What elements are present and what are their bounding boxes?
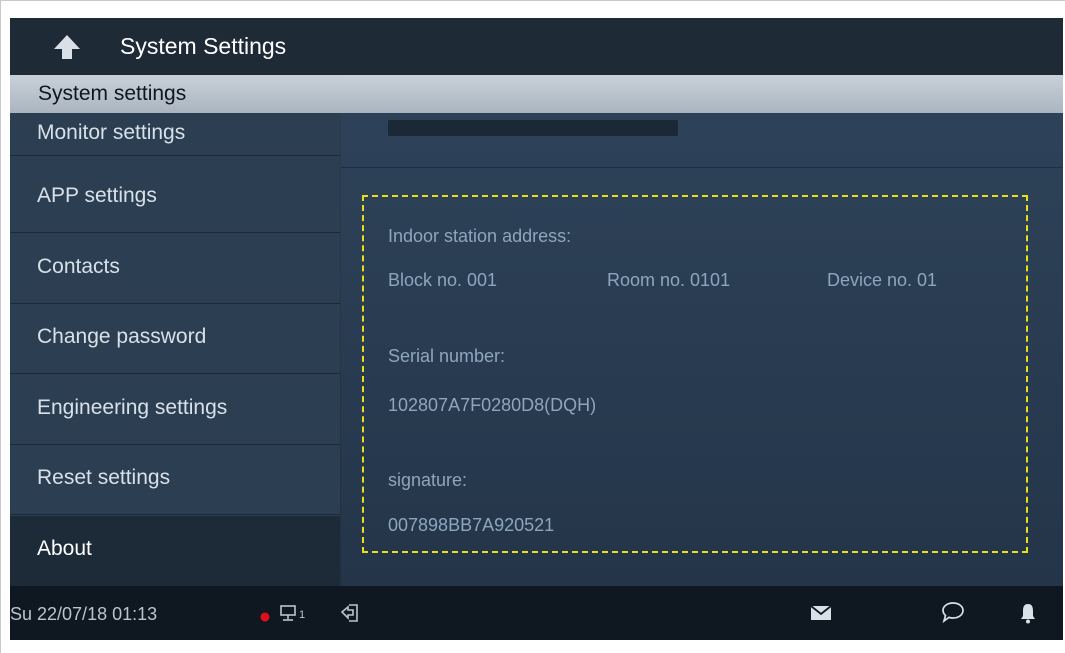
mail-icon[interactable] — [810, 605, 832, 626]
chat-icon[interactable] — [941, 601, 965, 628]
sidebar-item-label: About — [37, 537, 92, 560]
section-header-label: System settings — [38, 82, 187, 105]
device-number: Device no. 01 — [827, 270, 938, 290]
sidebar-item-contacts[interactable]: Contacts — [10, 234, 340, 304]
address-label: Indoor station address: — [388, 226, 572, 246]
recording-dot-icon — [260, 609, 270, 627]
serial-label: Serial number: — [388, 346, 506, 366]
signature-value: 007898BB7A920521 — [388, 515, 555, 535]
sidebar-item-change-password[interactable]: Change password — [10, 304, 340, 374]
serial-value: 102807A7F0280D8(DQH) — [388, 395, 597, 415]
status-bar: Su 22/07/18 01:13 1 — [10, 586, 1063, 640]
title-bar: System Settings — [10, 18, 1063, 76]
status-datetime: Su 22/07/18 01:13 — [10, 604, 158, 624]
network-sub-label: 1 — [299, 609, 306, 621]
signature-label: signature: — [388, 470, 468, 490]
exit-home-icon[interactable] — [340, 602, 360, 629]
sidebar-item-monitor-settings[interactable]: Monitor settings — [10, 110, 340, 156]
page-title: System Settings — [120, 33, 287, 59]
sidebar-item-label: APP settings — [37, 184, 157, 207]
sidebar-item-about[interactable]: About — [10, 516, 340, 586]
sidebar-item-label: Change password — [37, 325, 207, 348]
bell-icon[interactable] — [1020, 602, 1036, 629]
sidebar-item-engineering-settings[interactable]: Engineering settings — [10, 375, 340, 445]
sidebar-item-label: Engineering settings — [37, 396, 228, 419]
sidebar-item-label: Contacts — [37, 255, 120, 278]
sidebar-item-label: Reset settings — [37, 466, 171, 489]
about-info-box — [362, 195, 1028, 553]
block-number: Block no. 001 — [388, 270, 498, 290]
up-arrow-icon[interactable] — [52, 32, 82, 62]
sidebar-item-app-settings[interactable]: APP settings — [10, 163, 340, 233]
scrolled-field — [388, 120, 678, 136]
sidebar: Monitor settings APP settings Contacts C… — [10, 76, 340, 586]
room-number: Room no. 0101 — [607, 270, 731, 290]
sidebar-item-label: Monitor settings — [37, 121, 186, 144]
sidebar-item-reset-settings[interactable]: Reset settings — [10, 445, 340, 515]
